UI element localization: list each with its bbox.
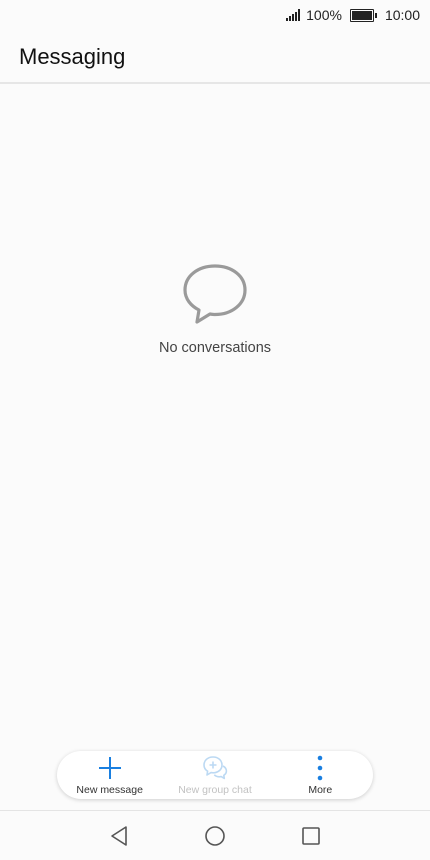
- system-nav-bar: [0, 810, 430, 860]
- status-bar: 100% 10:00: [0, 0, 430, 30]
- signal-icon: [286, 9, 301, 21]
- group-chat-add-icon: [202, 755, 228, 781]
- chat-bubble-icon: [183, 264, 247, 324]
- home-button[interactable]: [167, 811, 263, 860]
- battery-icon: [349, 8, 377, 22]
- recents-button[interactable]: [263, 811, 359, 860]
- recents-icon: [302, 827, 320, 845]
- back-button[interactable]: [71, 811, 167, 860]
- app-header: Messaging: [0, 30, 430, 84]
- more-vertical-icon: [307, 755, 333, 781]
- empty-state: No conversations: [0, 262, 430, 356]
- action-bar: New message New group chat More: [57, 751, 373, 799]
- page-title: Messaging: [19, 44, 126, 69]
- more-label: More: [308, 784, 333, 796]
- battery-percent: 100%: [306, 7, 342, 23]
- back-icon: [111, 826, 127, 846]
- home-icon: [205, 826, 225, 846]
- plus-icon: [97, 755, 123, 781]
- more-button[interactable]: More: [268, 751, 373, 799]
- empty-state-text: No conversations: [158, 340, 272, 356]
- new-message-label: New message: [76, 784, 143, 796]
- new-group-chat-button[interactable]: New group chat: [162, 751, 267, 799]
- messaging-screen: 100% 10:00 Messaging No conversations Ne…: [0, 0, 430, 860]
- new-message-button[interactable]: New message: [57, 751, 162, 799]
- status-time: 10:00: [384, 7, 420, 23]
- new-group-chat-label: New group chat: [178, 784, 252, 796]
